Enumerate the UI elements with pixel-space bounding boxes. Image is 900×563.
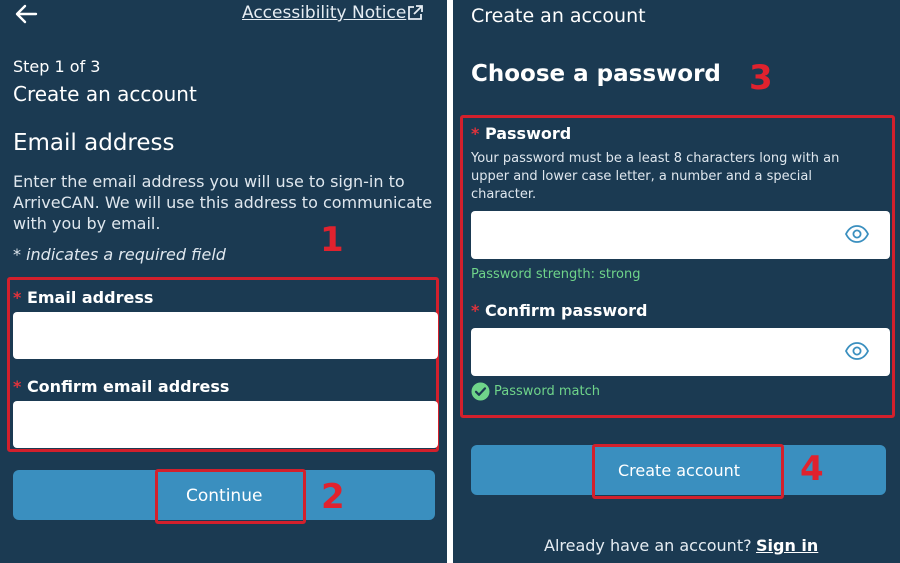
- page-title: Create an account: [13, 82, 197, 106]
- password-match-text: Password match: [494, 384, 600, 399]
- page-title: Create an account: [471, 5, 646, 27]
- eye-icon[interactable]: [844, 342, 870, 360]
- confirm-password-input[interactable]: [471, 328, 890, 376]
- password-step-panel: Create an account Choose a password 3 * …: [453, 0, 900, 563]
- email-step-panel: Accessibility Notice Step 1 of 3 Create …: [0, 0, 447, 563]
- description-line: Enter the email address you will use to …: [13, 172, 405, 191]
- password-help-line: upper and lower case letter, a number an…: [471, 169, 812, 184]
- description-line: with you by email.: [13, 214, 161, 233]
- confirm-password-label: * Confirm password: [471, 301, 648, 320]
- confirm-email-label: * Confirm email address: [13, 377, 230, 396]
- annotation-number-1: 1: [320, 220, 344, 260]
- password-strength: Password strength: strong: [471, 267, 641, 282]
- required-note: * indicates a required field: [13, 245, 226, 264]
- description-line: ArriveCAN. We will use this address to c…: [13, 193, 433, 212]
- email-input[interactable]: [13, 312, 438, 359]
- password-help-line: Your password must be a least 8 characte…: [471, 151, 840, 166]
- annotation-number-2: 2: [321, 477, 345, 517]
- password-input[interactable]: [471, 211, 890, 259]
- annotation-number-3: 3: [749, 58, 773, 98]
- arrow-left-icon[interactable]: [14, 4, 40, 24]
- continue-button-label[interactable]: Continue: [186, 486, 262, 506]
- password-help-line: character.: [471, 187, 537, 202]
- accessibility-notice-link[interactable]: Accessibility Notice: [242, 3, 406, 23]
- eye-icon[interactable]: [844, 225, 870, 243]
- external-link-icon: [406, 4, 424, 22]
- annotation-number-4: 4: [800, 449, 824, 489]
- confirm-email-input[interactable]: [13, 401, 438, 448]
- check-circle-icon: [471, 382, 490, 401]
- signin-prompt: Already have an account?: [544, 536, 752, 555]
- section-heading: Email address: [13, 130, 175, 156]
- email-label: * Email address: [13, 288, 154, 307]
- password-label: * Password: [471, 124, 572, 143]
- create-account-button-label[interactable]: Create account: [618, 461, 740, 480]
- signin-link[interactable]: Sign in: [756, 536, 818, 555]
- password-heading: Choose a password: [471, 61, 721, 87]
- step-indicator: Step 1 of 3: [13, 57, 101, 76]
